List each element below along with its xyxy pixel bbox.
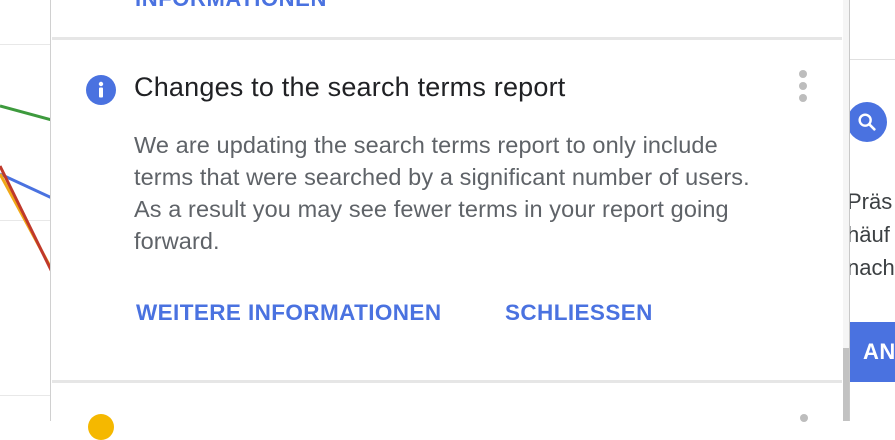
divider bbox=[850, 59, 895, 60]
background-text-line: nach bbox=[850, 255, 895, 280]
warning-icon bbox=[88, 414, 114, 440]
dismiss-button[interactable]: SCHLIESSEN bbox=[505, 300, 653, 326]
background-text-line: häuf bbox=[850, 222, 890, 247]
card-body-text: We are updating the search terms report … bbox=[134, 132, 750, 254]
search-icon bbox=[858, 113, 876, 131]
learn-more-button[interactable]: WEITERE INFORMATIONEN bbox=[136, 300, 441, 326]
info-icon bbox=[86, 75, 116, 105]
background-right-area: Präs häuf nach AN bbox=[850, 0, 895, 421]
background-chart-area bbox=[0, 0, 52, 421]
background-line-chart bbox=[0, 104, 52, 273]
search-button[interactable] bbox=[850, 102, 887, 142]
background-text-line: Präs bbox=[850, 189, 893, 214]
scrollbar-thumb[interactable] bbox=[843, 348, 849, 421]
card-divider bbox=[52, 380, 842, 383]
scrollbar[interactable] bbox=[843, 0, 849, 421]
chart-series-line bbox=[0, 104, 52, 122]
previous-card-learn-more-link[interactable]: INFORMATIONEN bbox=[135, 0, 327, 12]
notification-card: Changes to the search terms report We ar… bbox=[52, 40, 842, 378]
card-title: Changes to the search terms report bbox=[134, 72, 566, 102]
background-action-button[interactable]: AN bbox=[850, 322, 895, 382]
chart-series-line bbox=[0, 165, 52, 273]
more-vertical-icon[interactable] bbox=[792, 70, 814, 106]
